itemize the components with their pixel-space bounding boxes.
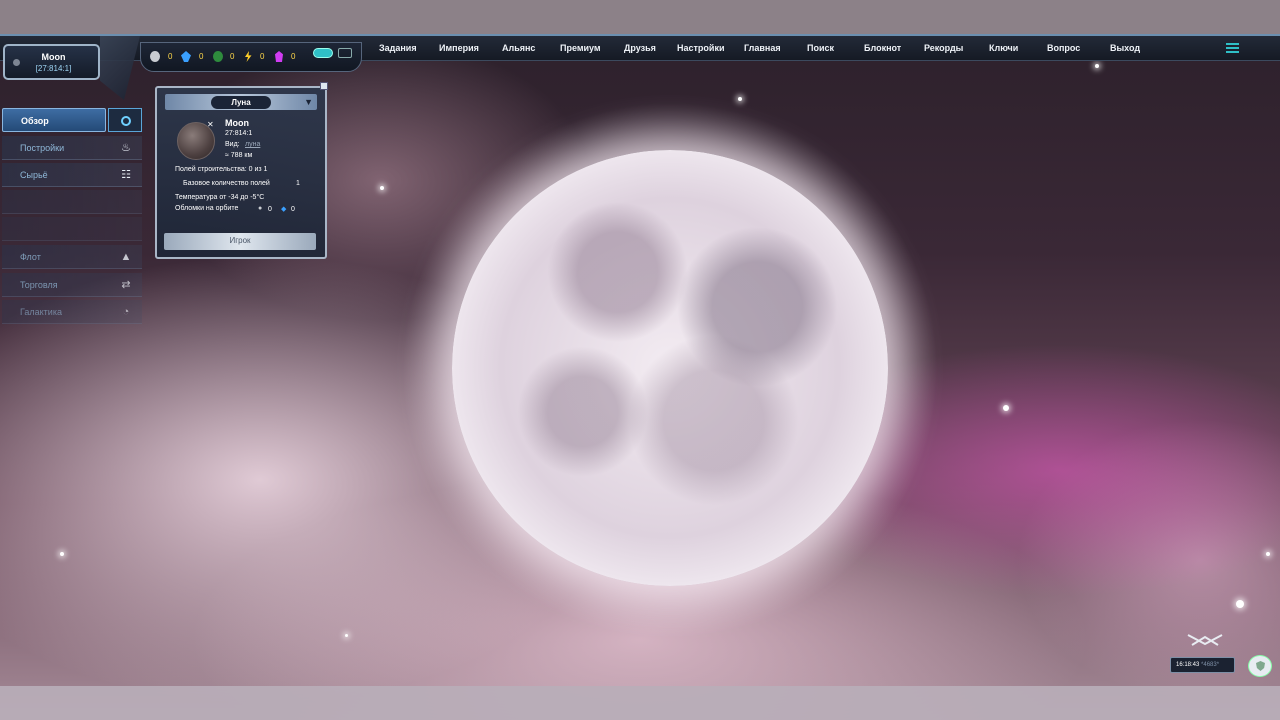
nav-item-question[interactable]: Вопрос <box>1047 43 1080 53</box>
player-button[interactable]: Игрок <box>164 233 316 250</box>
ship-icon: ▲ <box>120 251 132 263</box>
debris-label: Обломки на орбите <box>175 205 239 212</box>
star <box>1266 552 1270 556</box>
sidebar-item-empty[interactable] <box>2 217 142 241</box>
panel-title: Луна <box>211 96 271 109</box>
server-clock: 16:18:43 *4683* <box>1170 657 1235 673</box>
sidebar-item-label: Торговля <box>20 280 58 290</box>
hamburger-menu-icon[interactable] <box>1226 43 1239 54</box>
server-time-ms: *4683* <box>1201 662 1220 668</box>
galaxy-icon: ◔ <box>122 306 130 318</box>
sidebar-item-label: Сырьё <box>20 170 48 180</box>
nav-item-notepad[interactable]: Блокнот <box>864 43 901 53</box>
planet-name: Moon <box>41 52 66 62</box>
sound-toggle[interactable] <box>313 48 333 58</box>
star <box>1236 600 1244 608</box>
nav-item-tasks[interactable]: Задания <box>379 43 417 53</box>
moon-coords: 27:814:1 <box>225 130 253 137</box>
game-logo <box>1187 634 1223 646</box>
messages-icon[interactable] <box>338 48 352 58</box>
star <box>1003 405 1009 411</box>
star <box>380 186 384 190</box>
swap-icon: ⇄ <box>121 279 131 291</box>
sidebar-item-label: Обзор <box>21 116 49 126</box>
moon-diameter: ≈ 788 км <box>225 152 253 159</box>
sidebar-item-label: Постройки <box>20 143 65 153</box>
sidebar-item-trade[interactable]: Торговля ⇄ <box>2 273 142 297</box>
moon-info-panel: Луна ▼ ✕ Moon 27:814:1 Вид: луна ≈ 788 к… <box>155 86 327 259</box>
base-fields-value: 1 <box>296 180 300 187</box>
sidebar-item-label: Галактика <box>20 307 62 317</box>
base-fields-label: Базовое количество полей <box>183 180 270 187</box>
sidebar-item-galaxy[interactable]: Галактика ◔ <box>2 300 142 324</box>
planet-icon <box>121 116 131 126</box>
crystal-value: 0 <box>199 52 204 61</box>
fire-icon: ♨ <box>121 142 131 154</box>
nav-item-settings[interactable]: Настройки <box>677 43 724 53</box>
nav-item-keys[interactable]: Ключи <box>989 43 1018 53</box>
sidebar-item-overview[interactable]: Обзор <box>2 108 106 132</box>
crystal-icon <box>181 51 191 62</box>
view-label: Вид: <box>225 141 240 148</box>
planet-coords: [27:814:1] <box>35 64 72 73</box>
filter-icon[interactable]: ▼ <box>304 97 313 107</box>
metal-icon <box>150 51 160 62</box>
browser-top-strip <box>0 0 1280 34</box>
security-shield-button[interactable] <box>1248 655 1272 677</box>
star <box>738 97 742 101</box>
bottom-bar <box>0 686 1280 720</box>
temperature: Температура от -34 до -5°C <box>175 194 265 201</box>
debris-crystal-icon: ◆ <box>281 206 287 213</box>
nav-item-exit[interactable]: Выход <box>1110 43 1140 53</box>
build-fields: Полей строительства: 0 из 1 <box>175 166 268 173</box>
nav-item-friends[interactable]: Друзья <box>624 43 656 53</box>
moon-name: Moon <box>225 118 249 128</box>
nav-item-premium[interactable]: Премиум <box>560 43 601 53</box>
sidebar-item-fleet[interactable]: Флот ▲ <box>2 245 142 269</box>
energy-icon <box>245 51 252 62</box>
nav-item-empire[interactable]: Империя <box>439 43 479 53</box>
swords-icon[interactable]: ✕ <box>207 120 214 129</box>
energy-value: 0 <box>260 52 265 61</box>
darkmatter-icon <box>275 51 283 62</box>
nav-item-search[interactable]: Поиск <box>807 43 834 53</box>
planet-selector[interactable]: Moon [27:814:1] <box>3 44 100 80</box>
deuterium-value: 0 <box>230 52 235 61</box>
debris-metal-icon: ● <box>258 205 263 212</box>
debris-metal-value: 0 <box>268 206 272 213</box>
star <box>60 552 64 556</box>
sidebar-item-buildings[interactable]: Постройки ♨ <box>2 136 142 160</box>
panel-header: Луна ▼ <box>165 94 317 110</box>
ladder-icon: ☷ <box>121 169 131 181</box>
view-value: луна <box>245 141 261 148</box>
sidebar-item-label: Флот <box>20 252 41 262</box>
shield-icon <box>1256 661 1265 671</box>
panel-close-button[interactable] <box>320 82 328 90</box>
nav-item-home[interactable]: Главная <box>744 43 781 53</box>
planet-view-button[interactable] <box>108 108 142 132</box>
star <box>1095 64 1099 68</box>
server-time: 16:18:43 <box>1176 662 1200 668</box>
nav-item-alliance[interactable]: Альянс <box>502 43 535 53</box>
sidebar-item-empty[interactable] <box>2 190 142 214</box>
star <box>345 634 348 637</box>
darkmatter-value: 0 <box>291 52 296 61</box>
debris-crystal-value: 0 <box>291 206 295 213</box>
player-button-label: Игрок <box>229 236 251 245</box>
deuterium-icon <box>213 51 223 62</box>
metal-value: 0 <box>168 52 173 61</box>
moon-image <box>452 150 888 586</box>
nav-item-records[interactable]: Рекорды <box>924 43 963 53</box>
sidebar-item-resources[interactable]: Сырьё ☷ <box>2 163 142 187</box>
